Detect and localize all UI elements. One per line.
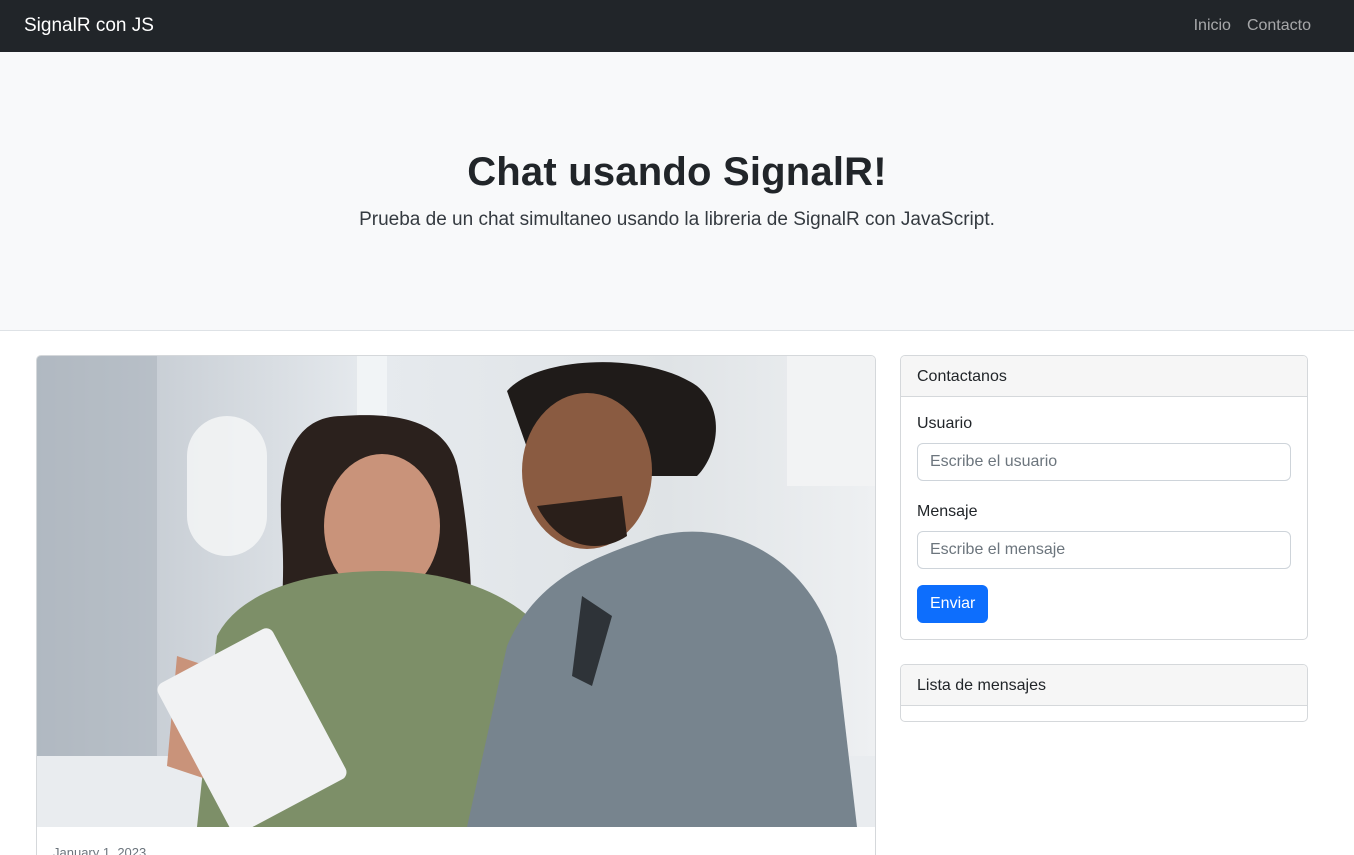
contact-card: Contactanos Usuario Mensaje Enviar — [900, 355, 1308, 640]
post-image — [37, 356, 875, 827]
messages-card-header: Lista de mensajes — [901, 665, 1307, 706]
messages-card: Lista de mensajes — [900, 664, 1308, 722]
message-label: Mensaje — [917, 503, 978, 520]
user-label: Usuario — [917, 415, 973, 432]
post-body: January 1, 2023 — [37, 827, 875, 855]
hero-subtitle: Prueba de un chat simultaneo usando la l… — [359, 209, 995, 230]
top-navbar: SignalR con JS Inicio Contacto — [0, 0, 1354, 52]
hero-title: Chat usando SignalR! — [467, 150, 887, 194]
nav-links: Inicio Contacto — [1194, 17, 1311, 35]
user-input[interactable] — [917, 443, 1291, 481]
post-date: January 1, 2023 — [53, 845, 147, 855]
navbar-brand[interactable]: SignalR con JS — [24, 15, 154, 37]
message-input[interactable] — [917, 531, 1291, 569]
contact-card-header: Contactanos — [901, 356, 1307, 397]
nav-link-contacto[interactable]: Contacto — [1247, 17, 1311, 35]
nav-link-inicio[interactable]: Inicio — [1194, 17, 1231, 35]
hero-section: Chat usando SignalR! Prueba de un chat s… — [0, 52, 1354, 331]
send-button[interactable]: Enviar — [917, 585, 989, 623]
featured-post-card: January 1, 2023 — [36, 355, 876, 855]
contact-form: Usuario Mensaje Enviar — [901, 397, 1307, 639]
